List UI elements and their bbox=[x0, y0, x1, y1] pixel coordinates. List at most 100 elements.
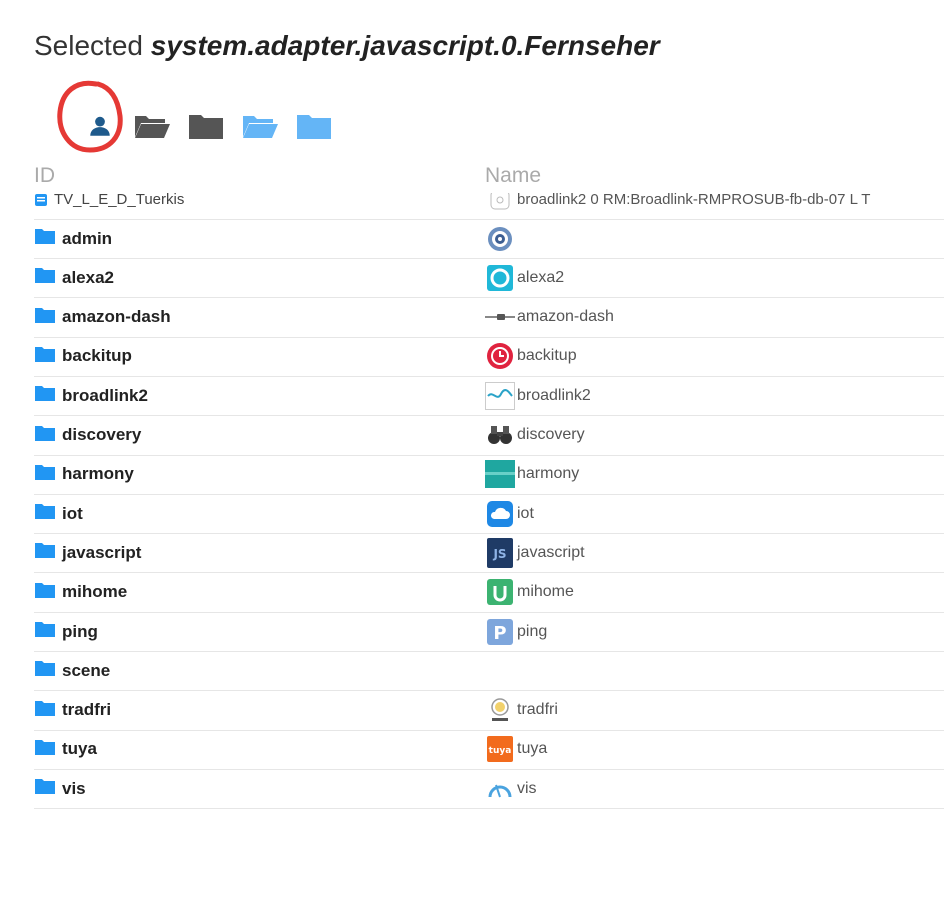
folder-icon bbox=[34, 541, 56, 564]
table-row[interactable]: ping Pping bbox=[34, 612, 944, 652]
row-id-cell: broadlink2 bbox=[34, 376, 148, 415]
svg-text:tuya: tuya bbox=[489, 746, 512, 756]
row-id-cell: backitup bbox=[34, 337, 132, 376]
column-header-name[interactable]: Name bbox=[485, 164, 541, 188]
row-name-label: iot bbox=[517, 504, 534, 522]
row-id-label: javascript bbox=[62, 542, 142, 562]
folder-icon bbox=[34, 620, 56, 643]
row-name-label: ping bbox=[517, 622, 548, 640]
table-row[interactable]: TV_L_E_D_Tuerkis broadlink2 0 RM:Broadli… bbox=[34, 193, 944, 220]
row-name-cell: amazon-dash bbox=[485, 298, 614, 337]
folder-open-blue-icon[interactable] bbox=[240, 108, 280, 144]
js-icon: JS bbox=[485, 537, 515, 568]
row-id-label: mihome bbox=[62, 582, 128, 602]
row-id-cell: tradfri bbox=[34, 691, 111, 730]
tuya-icon: tuya bbox=[485, 734, 515, 764]
folder-icon bbox=[34, 345, 56, 368]
tradfri-bulb-icon bbox=[485, 695, 515, 725]
table-row[interactable]: tuya tuya tuya bbox=[34, 730, 944, 770]
row-id-label: TV_L_E_D_Tuerkis bbox=[54, 193, 185, 208]
row-id-label: ping bbox=[62, 621, 98, 641]
folder-icon bbox=[34, 699, 56, 722]
row-name-label: tradfri bbox=[517, 701, 558, 719]
folder-icon bbox=[34, 384, 56, 407]
alexa-icon bbox=[485, 263, 515, 293]
folder-blue-icon[interactable] bbox=[294, 108, 334, 144]
row-id-label: discovery bbox=[62, 425, 142, 444]
folder-icon bbox=[34, 266, 56, 289]
column-header-id[interactable]: ID bbox=[34, 164, 55, 188]
row-id-cell: admin bbox=[34, 219, 112, 258]
table-row[interactable]: backitup backitup bbox=[34, 337, 944, 377]
folder-icon bbox=[34, 738, 56, 761]
table-row[interactable]: javascript JS javascript bbox=[34, 533, 944, 574]
row-name-cell: broadlink2 bbox=[485, 376, 591, 415]
row-id-label: amazon-dash bbox=[62, 307, 171, 327]
user-icon[interactable] bbox=[84, 108, 116, 144]
table-row[interactable]: mihome mihome bbox=[34, 573, 944, 613]
table-row[interactable]: iot iot bbox=[34, 494, 944, 535]
mihome-icon bbox=[485, 577, 515, 607]
binoculars-icon bbox=[485, 420, 515, 450]
backitup-clock-icon bbox=[485, 341, 515, 371]
row-name-cell: backitup bbox=[485, 337, 577, 376]
row-id-label: tradfri bbox=[62, 700, 112, 720]
admin-gear-icon bbox=[485, 224, 515, 254]
folder-icon bbox=[34, 777, 56, 800]
row-id-label: broadlink2 bbox=[62, 385, 148, 405]
table-row[interactable]: harmony harmony bbox=[34, 455, 944, 495]
harmony-icon bbox=[485, 459, 515, 489]
table-row[interactable]: tradfri tradfri bbox=[34, 691, 944, 731]
table-header: ID Name bbox=[34, 164, 944, 190]
cloud-icon bbox=[485, 499, 515, 529]
table-row[interactable]: amazon-dash amazon-dash bbox=[34, 298, 944, 338]
row-name-label: broadlink2 bbox=[517, 386, 591, 404]
table-row[interactable]: alexa2 alexa2 bbox=[34, 258, 944, 299]
row-id-label: admin bbox=[62, 228, 113, 248]
row-name-cell: alexa2 bbox=[485, 258, 564, 297]
object-tree-list[interactable]: TV_L_E_D_Tuerkis broadlink2 0 RM:Broadli… bbox=[34, 193, 944, 817]
row-name-label: backitup bbox=[517, 347, 577, 365]
row-name-cell: JS javascript bbox=[485, 533, 585, 572]
row-id-cell: TV_L_E_D_Tuerkis bbox=[34, 193, 184, 219]
row-id-label: vis bbox=[62, 778, 86, 798]
selected-object-path: system.adapter.javascript.0.Fernseher bbox=[150, 30, 660, 61]
row-id-label: alexa2 bbox=[62, 267, 114, 287]
row-id-cell: alexa2 bbox=[34, 258, 114, 297]
row-name-cell: harmony bbox=[485, 455, 579, 494]
table-row[interactable]: discovery discovery bbox=[34, 416, 944, 456]
folder-icon bbox=[34, 227, 56, 250]
row-id-label: iot bbox=[62, 503, 83, 523]
folder-icon bbox=[34, 306, 56, 329]
row-name-label: mihome bbox=[517, 583, 574, 601]
folder-icon bbox=[34, 659, 56, 682]
table-row[interactable]: scene bbox=[34, 651, 944, 692]
row-id-cell: tuya bbox=[34, 730, 97, 769]
row-id-cell: scene bbox=[34, 651, 110, 690]
table-row[interactable]: vis vis bbox=[34, 769, 944, 810]
row-name-cell: tuya tuya bbox=[485, 730, 547, 769]
row-id-cell: mihome bbox=[34, 573, 127, 612]
svg-text:JS: JS bbox=[492, 547, 506, 561]
row-name-cell: broadlink2 0 RM:Broadlink-RMPROSUB-fb-db… bbox=[485, 193, 870, 219]
table-row[interactable]: broadlink2 broadlink2 bbox=[34, 376, 944, 417]
folder-open-icon[interactable] bbox=[132, 108, 172, 144]
row-id-cell: discovery bbox=[34, 416, 141, 455]
row-name-label: discovery bbox=[517, 426, 585, 443]
row-id-label: scene bbox=[62, 660, 111, 680]
broadlink-icon bbox=[485, 193, 515, 215]
row-id-label: backitup bbox=[62, 346, 132, 366]
row-id-cell: vis bbox=[34, 769, 86, 808]
table-row[interactable]: admin bbox=[34, 219, 944, 259]
folder-icon[interactable] bbox=[186, 108, 226, 144]
dash-button-icon bbox=[485, 302, 515, 332]
broadlink-icon bbox=[485, 381, 515, 411]
row-id-cell: harmony bbox=[34, 455, 134, 494]
row-name-label: harmony bbox=[517, 465, 580, 483]
row-name-cell: vis bbox=[485, 769, 537, 808]
folder-icon bbox=[34, 424, 56, 447]
row-name-cell: iot bbox=[485, 494, 534, 533]
row-id-cell: ping bbox=[34, 612, 98, 651]
row-name-label: broadlink2 0 RM:Broadlink-RMPROSUB-fb-db… bbox=[517, 193, 871, 208]
folder-icon bbox=[34, 581, 56, 604]
